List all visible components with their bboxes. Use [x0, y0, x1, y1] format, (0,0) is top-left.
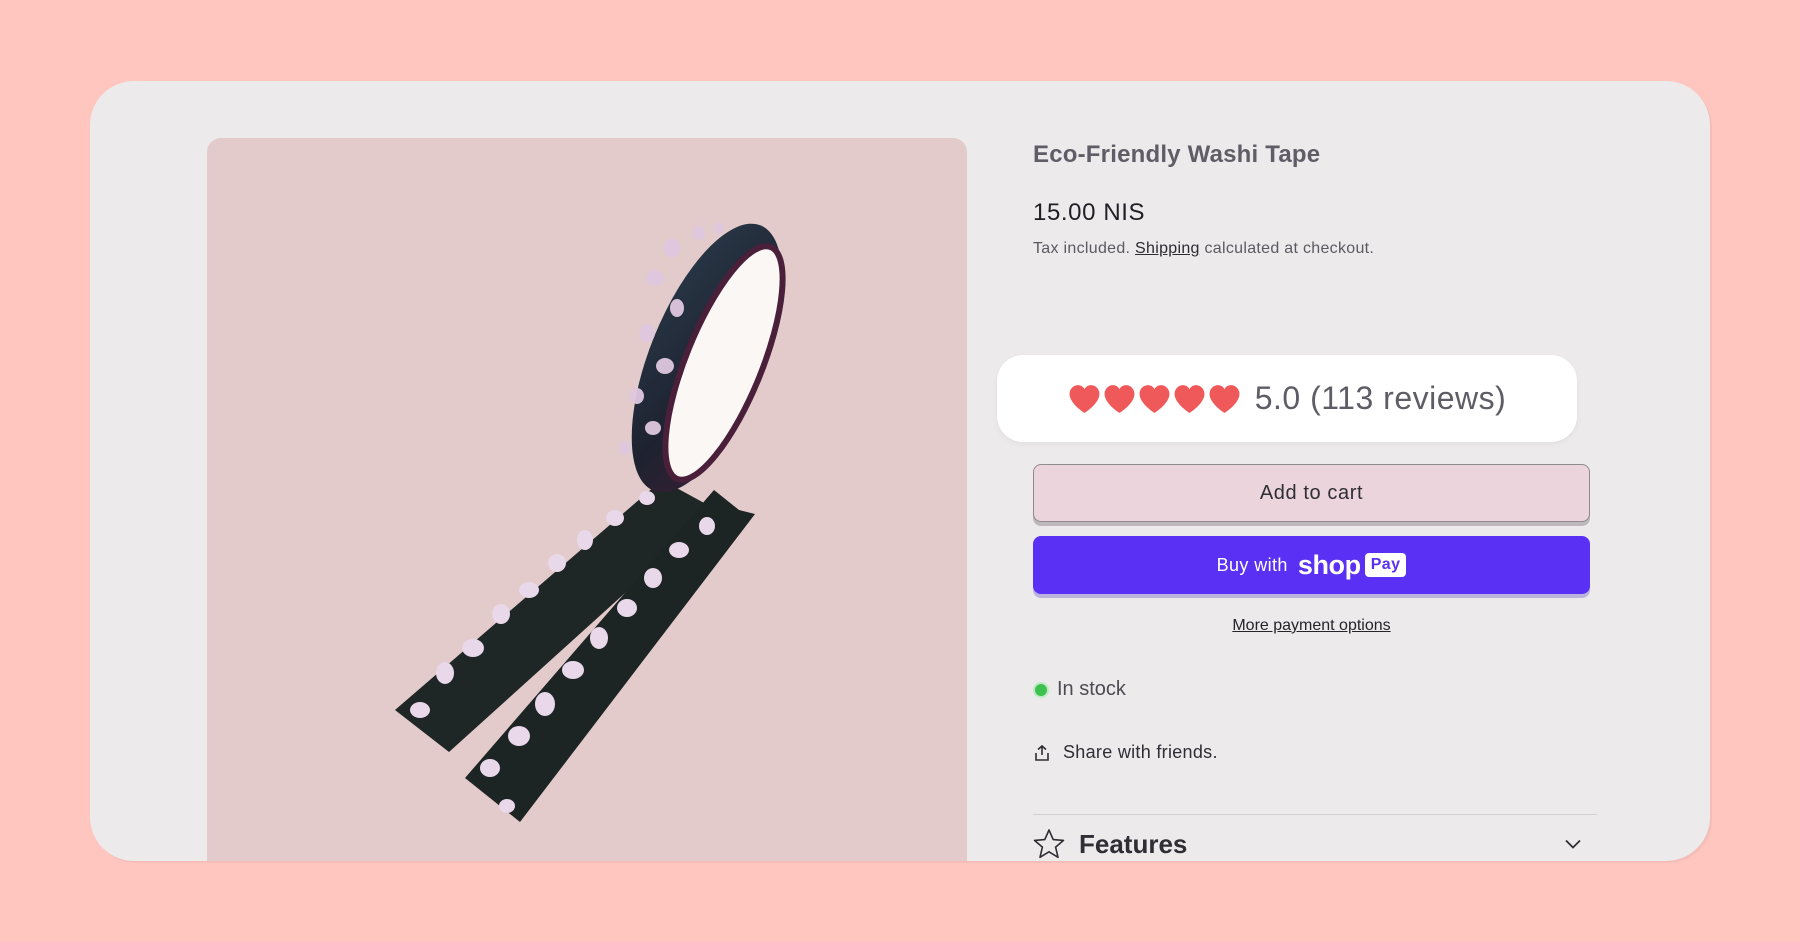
product-image[interactable]: [207, 138, 967, 861]
in-stock-dot-icon: [1033, 681, 1049, 698]
washi-tape-illustration: [395, 222, 786, 822]
features-label: Features: [1079, 828, 1188, 859]
tax-suffix: calculated at checkout.: [1204, 240, 1375, 257]
rating-text: 5.0 (113 reviews): [1254, 380, 1507, 416]
heart-icon: [1104, 384, 1135, 413]
heart-icon: [1139, 384, 1170, 413]
product-price: 15.00 NIS: [1033, 199, 1146, 226]
shipping-link[interactable]: Shipping: [1135, 240, 1200, 257]
share-button[interactable]: Share with friends.: [1033, 742, 1218, 763]
rating-hearts: [1068, 384, 1243, 414]
features-accordion[interactable]: Features: [1033, 828, 1593, 860]
accordion-divider: [1033, 814, 1597, 815]
stock-status: In stock: [1033, 678, 1126, 701]
more-payment-options-link[interactable]: More payment options: [1232, 617, 1390, 634]
pay-badge: Pay: [1364, 553, 1407, 577]
heart-icon: [1069, 384, 1100, 413]
stock-label: In stock: [1057, 678, 1126, 700]
share-icon: [1035, 744, 1049, 761]
product-card: Eco-Friendly Washi Tape 15.00 NIS Tax in…: [90, 81, 1710, 861]
chevron-down-icon: [1565, 839, 1581, 849]
heart-icon: [1209, 384, 1240, 413]
star-outline-icon: [1033, 829, 1065, 859]
heart-icon: [1174, 384, 1205, 413]
shop-logo-text: shop: [1297, 549, 1361, 580]
shop-pay-button[interactable]: Buy with shop Pay: [1033, 536, 1590, 594]
rating-badge[interactable]: 5.0 (113 reviews): [997, 355, 1577, 442]
tax-note: Tax included. Shipping calculated at che…: [1033, 240, 1374, 258]
share-label: Share with friends.: [1063, 742, 1218, 762]
product-title: Eco-Friendly Washi Tape: [1033, 141, 1321, 168]
tax-prefix: Tax included.: [1033, 240, 1131, 257]
buy-with-label: Buy with: [1216, 554, 1288, 575]
add-to-cart-button[interactable]: Add to cart: [1033, 464, 1590, 522]
more-payment-options-wrap: More payment options: [1033, 617, 1590, 635]
